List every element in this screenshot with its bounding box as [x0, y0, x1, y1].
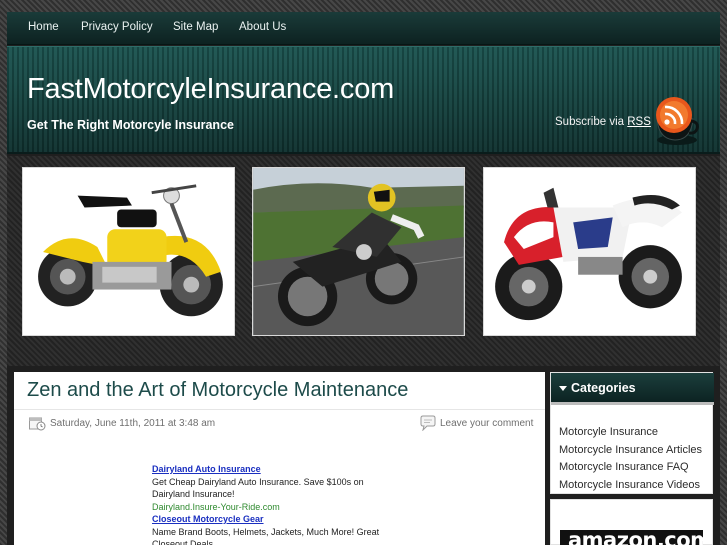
subscribe-text: Subscribe via RSS: [555, 116, 651, 128]
amazon-widget: amazon.com: [550, 499, 713, 545]
triangle-down-icon: [559, 386, 567, 391]
categories-widget: Categories Motorcyle Insurance Motorcycl…: [550, 372, 714, 496]
photo-rider-coastal-road[interactable]: [252, 167, 465, 336]
leave-comment-link[interactable]: Leave your comment: [440, 418, 533, 429]
rss-icon[interactable]: [647, 95, 699, 147]
page-wrapper: Home Privacy Policy Site Map About Us Fa…: [7, 12, 720, 545]
category-link[interactable]: Motorcyle Insurance: [559, 426, 702, 444]
image-gallery: [7, 156, 720, 366]
site-tagline: Get The Right Motorcyle Insurance: [27, 118, 234, 132]
post-divider: [14, 409, 545, 410]
site-header: FastMotorcyleInsurance.com Get The Right…: [7, 46, 720, 154]
category-link[interactable]: Motorcycle Insurance Videos: [559, 479, 702, 497]
amazon-logo[interactable]: amazon.com: [560, 530, 703, 545]
post-title[interactable]: Zen and the Art of Motorcycle Maintenanc…: [27, 379, 408, 402]
amazon-logo-text: amazon.com: [568, 530, 703, 545]
nav-home[interactable]: Home: [28, 21, 59, 33]
red-white-sport-bike-image: [484, 168, 695, 335]
subscribe-prefix: Subscribe via: [555, 116, 625, 128]
category-link[interactable]: Motorcycle Insurance Articles: [559, 444, 702, 462]
nav-about-us[interactable]: About Us: [239, 21, 286, 33]
ad-title-dairyland[interactable]: Dairyland Auto Insurance: [152, 463, 392, 476]
post-date: Saturday, June 11th, 2011 at 3:48 am: [50, 418, 216, 429]
site-title[interactable]: FastMotorcyleInsurance.com: [27, 73, 394, 106]
categories-list: Motorcyle Insurance Motorcycle Insurance…: [559, 426, 702, 496]
ad-url-dairyland[interactable]: Dairyland.Insure-Your-Ride.com: [152, 501, 392, 514]
calendar-icon: [29, 417, 46, 431]
ad-block: Dairyland Auto Insurance Get Cheap Dairy…: [152, 463, 392, 545]
top-nav: Home Privacy Policy Site Map About Us: [7, 12, 720, 45]
nav-privacy-policy[interactable]: Privacy Policy: [81, 21, 153, 33]
ad-text-dairyland: Get Cheap Dairyland Auto Insurance. Save…: [152, 476, 364, 500]
categories-title: Categories: [571, 381, 636, 395]
comment-icon: [420, 415, 436, 431]
photo-yellow-mini-motorcycle[interactable]: [22, 167, 235, 336]
photo-red-white-sport-bike[interactable]: [483, 167, 696, 336]
rider-leaning-coastal-road-image: [253, 168, 464, 335]
yellow-mini-motorcycle-image: [23, 168, 234, 335]
categories-header: Categories: [551, 373, 714, 405]
ad-text-closeout-gear: Name Brand Boots, Helmets, Jackets, Much…: [152, 526, 380, 545]
ad-title-closeout-gear[interactable]: Closeout Motorcycle Gear: [152, 513, 392, 526]
post-article: Zen and the Art of Motorcycle Maintenanc…: [14, 372, 545, 545]
nav-site-map[interactable]: Site Map: [173, 21, 218, 33]
category-link[interactable]: Motorcycle Insurance FAQ: [559, 461, 702, 479]
